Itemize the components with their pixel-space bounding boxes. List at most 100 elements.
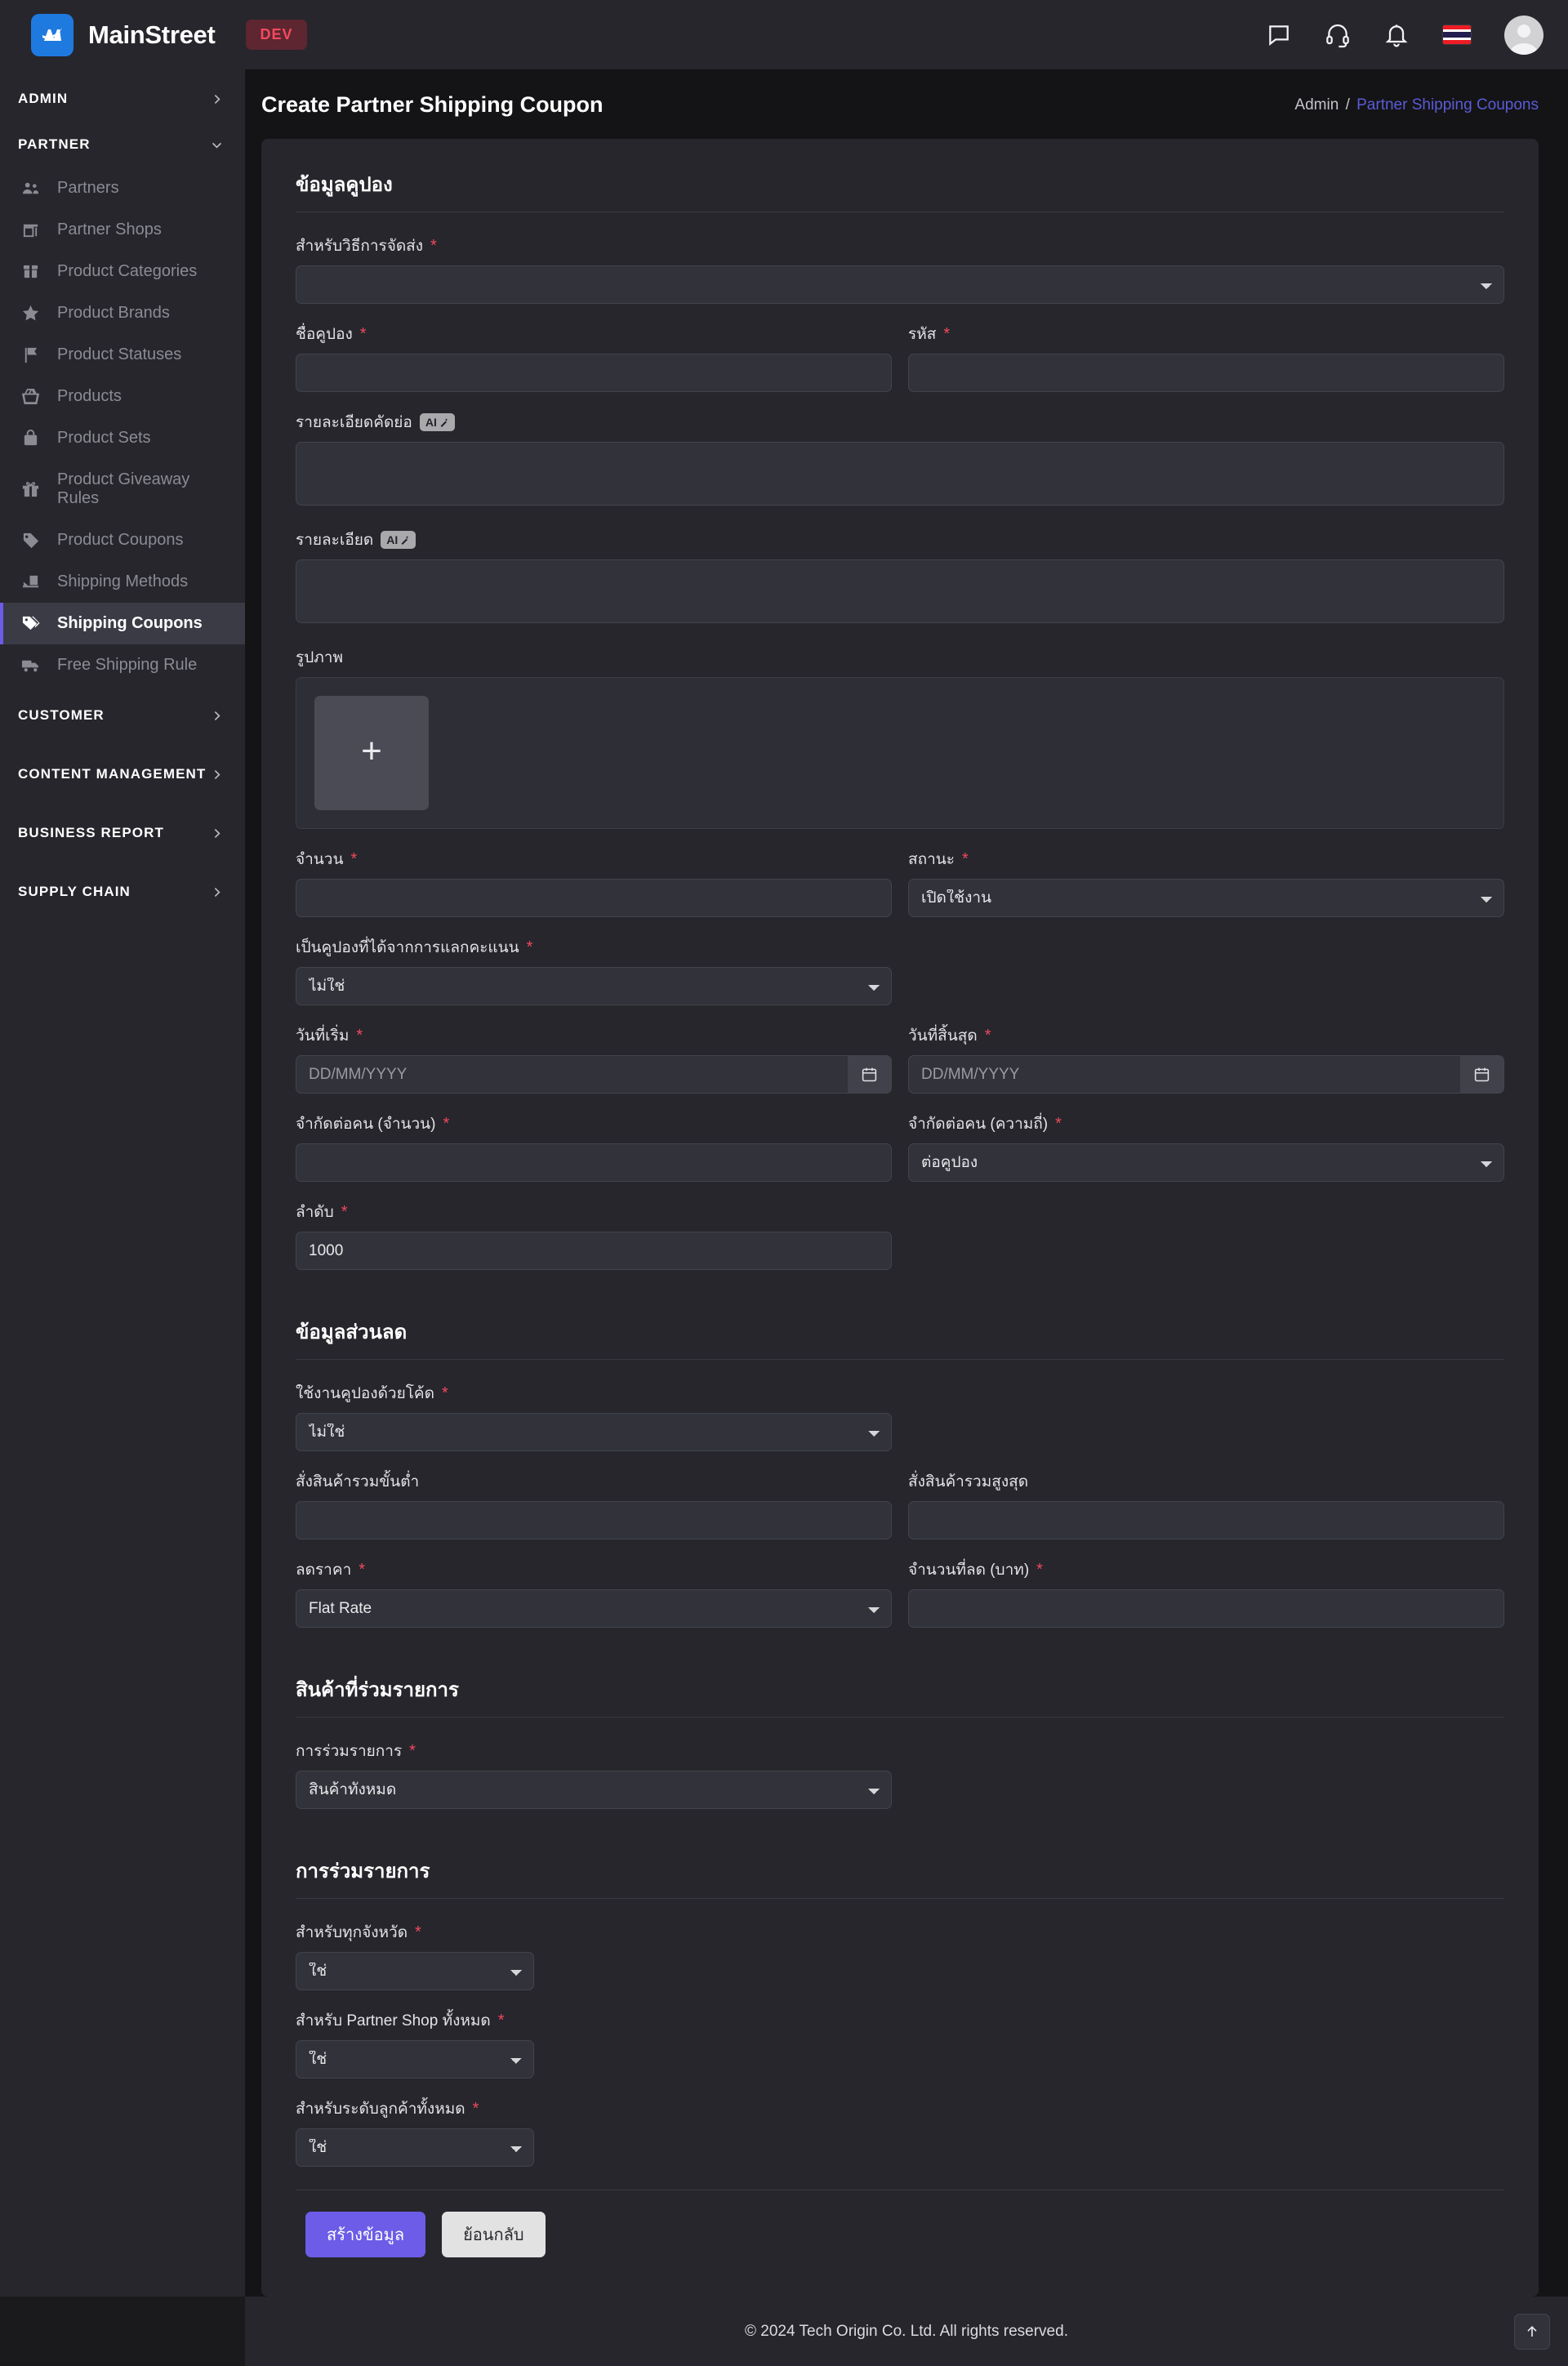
- limit-per-person-qty-label: จำกัดต่อคน (จำนวน) *: [296, 1112, 892, 1136]
- bell-notification-icon[interactable]: [1383, 22, 1410, 48]
- arrow-up-icon: [1527, 2325, 1537, 2337]
- chat-icon[interactable]: [1266, 22, 1292, 48]
- quantity-input[interactable]: [296, 879, 892, 917]
- required-marker: *: [441, 1384, 448, 1402]
- topbar-actions: [1266, 15, 1544, 55]
- sidebar-item-products[interactable]: Products: [0, 376, 245, 417]
- field-participation-type: การร่วมรายการ * สินค้าทั้งหมด: [286, 1739, 1514, 1809]
- thai-flag-icon[interactable]: [1442, 25, 1472, 45]
- breadcrumb-current-link[interactable]: Partner Shipping Coupons: [1356, 96, 1539, 114]
- sidebar-item-label: Product Statuses: [57, 345, 182, 363]
- sidebar-item-product-giveaway-rules[interactable]: Product Giveaway Rules: [0, 459, 245, 519]
- order-input[interactable]: [296, 1232, 892, 1270]
- label-text: สำหรับทุกจังหวัด: [296, 1924, 408, 1941]
- discount-amount-input[interactable]: [908, 1589, 1504, 1628]
- all-provinces-select[interactable]: ใช่: [296, 1952, 534, 1990]
- field-discount-amount: จำนวนที่ลด (บาท) *: [908, 1557, 1504, 1628]
- status-select[interactable]: เปิดใช้งาน: [908, 879, 1504, 917]
- submit-button[interactable]: สร้างข้อมูล: [305, 2212, 426, 2257]
- headset-support-icon[interactable]: [1325, 22, 1351, 48]
- field-min-order-total: สั่งสินค้ารวมขั้นต่ำ: [296, 1469, 892, 1539]
- start-date-input[interactable]: [296, 1055, 848, 1094]
- label-text: สั่งสินค้ารวมขั้นต่ำ: [296, 1473, 420, 1490]
- add-image-button[interactable]: +: [314, 696, 429, 810]
- sidebar-item-partners[interactable]: Partners: [0, 167, 245, 209]
- all-customer-tiers-select[interactable]: ใช่: [296, 2128, 534, 2167]
- sidebar-group-content-management[interactable]: CONTENT MANAGEMENT: [0, 745, 245, 804]
- sidebar-item-product-brands[interactable]: Product Brands: [0, 292, 245, 334]
- participation-type-select[interactable]: สินค้าทั้งหมด: [296, 1771, 892, 1809]
- required-marker: *: [443, 1115, 450, 1133]
- end-date-input[interactable]: [908, 1055, 1460, 1094]
- discount-amount-label: จำนวนที่ลด (บาท) *: [908, 1557, 1504, 1582]
- short-description-textarea[interactable]: [296, 442, 1504, 506]
- required-marker: *: [961, 850, 969, 868]
- sidebar-item-free-shipping-rule[interactable]: Free Shipping Rule: [0, 644, 245, 686]
- sidebar-group-business-report[interactable]: BUSINESS REPORT: [0, 804, 245, 862]
- section-title-coupon-info: ข้อมูลคูปอง: [296, 174, 393, 196]
- sidebar-item-product-categories[interactable]: Product Categories: [0, 251, 245, 292]
- all-partner-shops-label: สำหรับ Partner Shop ทั้งหมด *: [296, 2008, 1504, 2033]
- field-quantity: จำนวน *: [296, 847, 892, 917]
- sidebar-item-label: Product Brands: [57, 304, 170, 322]
- use-with-code-label: ใช้งานคูปองด้วยโค้ด *: [296, 1381, 1504, 1406]
- gift-icon: [20, 480, 41, 499]
- min-order-total-label: สั่งสินค้ารวมขั้นต่ำ: [296, 1469, 892, 1494]
- shipping-method-select[interactable]: [296, 265, 1504, 304]
- user-avatar[interactable]: [1504, 15, 1544, 55]
- min-order-total-input[interactable]: [296, 1501, 892, 1539]
- sidebar-item-label: Product Giveaway Rules: [57, 470, 190, 507]
- limit-per-person-qty-input[interactable]: [296, 1143, 892, 1182]
- breadcrumb-root: Admin: [1294, 96, 1339, 114]
- all-customer-tiers-label: สำหรับระดับลูกค้าทั้งหมด *: [296, 2096, 1504, 2121]
- order-label: ลำดับ *: [296, 1200, 1504, 1224]
- required-marker: *: [415, 1923, 421, 1941]
- field-end-date: วันที่สิ้นสุด *: [908, 1023, 1504, 1094]
- chevron-down-icon: [210, 138, 224, 152]
- description-textarea[interactable]: [296, 559, 1504, 623]
- max-order-total-input[interactable]: [908, 1501, 1504, 1539]
- page-header: Create Partner Shipping Coupon Admin / P…: [245, 69, 1568, 139]
- sidebar-group-customer[interactable]: CUSTOMER: [0, 686, 245, 745]
- label-text: จำนวนที่ลด (บาท): [908, 1562, 1030, 1579]
- coupon-name-label: ชื่อคูปอง *: [296, 322, 892, 346]
- field-order: ลำดับ *: [286, 1200, 1514, 1270]
- sidebar-item-product-statuses[interactable]: Product Statuses: [0, 334, 245, 376]
- brand-logo[interactable]: MainStreet: [31, 13, 216, 56]
- coupon-name-input[interactable]: [296, 354, 892, 392]
- ai-generate-chip[interactable]: AI: [381, 531, 416, 549]
- basket-icon: [20, 387, 41, 406]
- label-text: เป็นคูปองที่ได้จากการแลกคะแนน: [296, 939, 519, 956]
- use-with-code-select[interactable]: ไม่ใช่: [296, 1413, 892, 1451]
- discount-type-select[interactable]: Flat Rate: [296, 1589, 892, 1628]
- required-marker: *: [341, 1203, 348, 1221]
- sidebar-group-supply-chain[interactable]: SUPPLY CHAIN: [0, 862, 245, 921]
- field-all-provinces: สำหรับทุกจังหวัด * ใช่: [286, 1920, 1514, 1990]
- back-button[interactable]: ย้อนกลับ: [442, 2212, 546, 2257]
- app-layout: ADMIN PARTNER Partners Partner Shops Pro…: [0, 69, 1568, 2297]
- label-text: การร่วมรายการ: [296, 1743, 403, 1760]
- limit-per-person-freq-select[interactable]: ต่อคูปอง: [908, 1143, 1504, 1182]
- ai-generate-chip[interactable]: AI: [419, 413, 455, 431]
- footer-copyright: © 2024 Tech Origin Co. Ltd. All rights r…: [745, 2322, 1068, 2340]
- start-date-calendar-button[interactable]: [848, 1055, 892, 1094]
- code-input[interactable]: [908, 354, 1504, 392]
- end-date-calendar-button[interactable]: [1460, 1055, 1504, 1094]
- sidebar-group-admin[interactable]: ADMIN: [0, 76, 245, 122]
- sidebar-item-label: Product Sets: [57, 429, 151, 447]
- sidebar-item-product-sets[interactable]: Product Sets: [0, 417, 245, 459]
- sidebar-item-label: Shipping Coupons: [57, 614, 203, 632]
- sidebar: ADMIN PARTNER Partners Partner Shops Pro…: [0, 69, 245, 2297]
- scroll-to-top-button[interactable]: [1514, 2313, 1550, 2350]
- sidebar-item-shipping-methods[interactable]: Shipping Methods: [0, 561, 245, 603]
- field-order-total-row: สั่งสินค้ารวมขั้นต่ำ สั่งสินค้ารวมสูงสุด: [286, 1469, 1514, 1539]
- is-redeem-coupon-label: เป็นคูปองที่ได้จากการแลกคะแนน *: [296, 935, 1504, 960]
- sidebar-group-partner[interactable]: PARTNER: [0, 122, 245, 167]
- start-date-label: วันที่เริ่ม *: [296, 1023, 892, 1048]
- sidebar-item-shipping-coupons[interactable]: Shipping Coupons: [0, 603, 245, 644]
- is-redeem-coupon-select[interactable]: ไม่ใช่: [296, 967, 892, 1005]
- tag-icon: [20, 531, 41, 550]
- all-partner-shops-select[interactable]: ใช่: [296, 2040, 534, 2079]
- sidebar-item-partner-shops[interactable]: Partner Shops: [0, 209, 245, 251]
- sidebar-item-product-coupons[interactable]: Product Coupons: [0, 519, 245, 561]
